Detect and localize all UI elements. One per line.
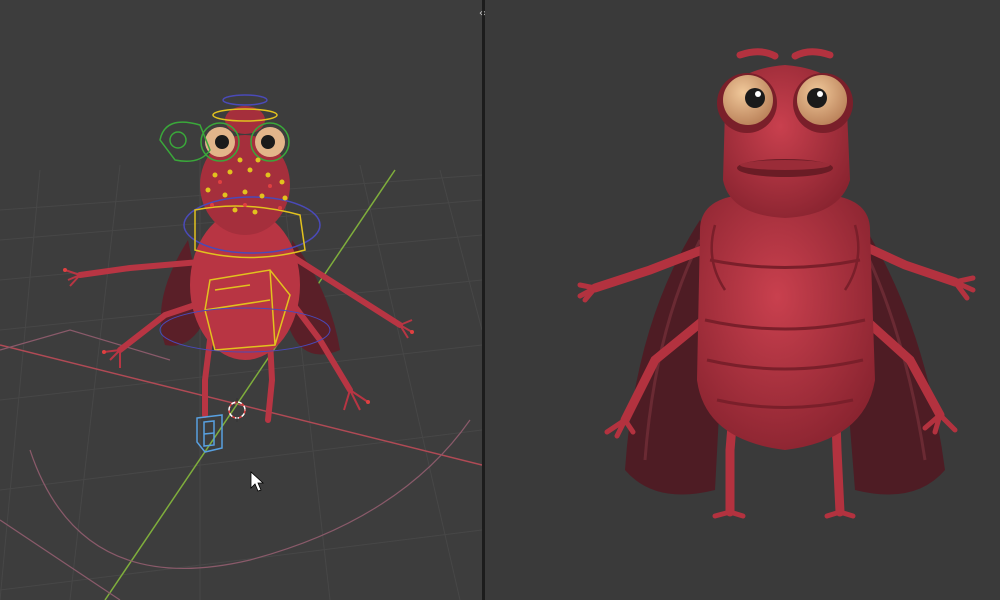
render-viewport-canvas: [577, 48, 976, 519]
root-control-curves: [0, 329, 471, 600]
bone-shape-icon[interactable]: [196, 414, 223, 453]
viewport-rig[interactable]: [0, 0, 482, 600]
rig-viewport-canvas: [0, 94, 482, 600]
mouse-pointer-icon: [250, 471, 265, 492]
viewport-render[interactable]: [485, 0, 1000, 600]
x-axis-line: [0, 344, 482, 466]
bug-body-render: [697, 195, 875, 450]
3d-cursor-icon[interactable]: [228, 398, 246, 422]
